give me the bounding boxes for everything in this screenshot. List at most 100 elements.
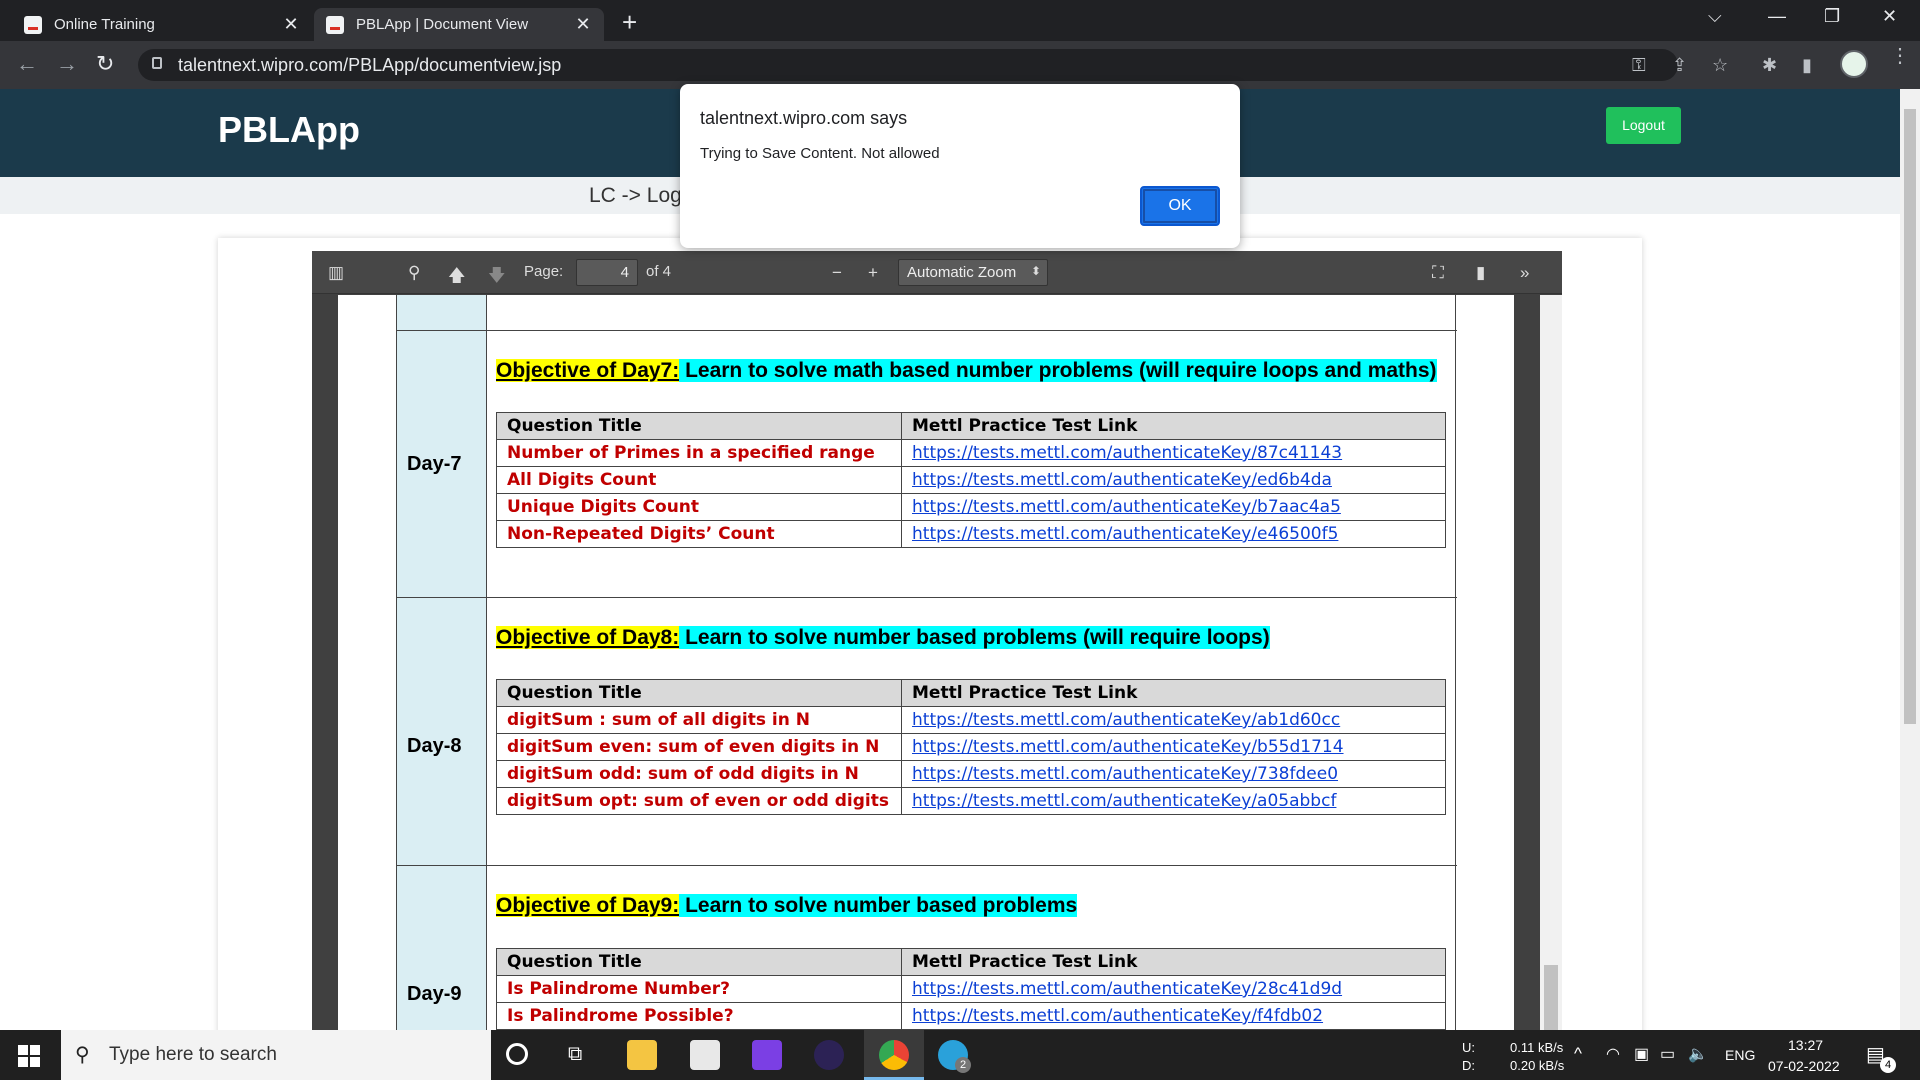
eclipse-icon[interactable]: [814, 1040, 844, 1070]
pdf-scroll-thumb[interactable]: [1544, 965, 1558, 1040]
logout-button[interactable]: Logout: [1606, 107, 1681, 144]
search-icon[interactable]: ⚲: [408, 263, 420, 283]
objective-prefix: Objective of Day9:: [496, 894, 680, 917]
question-title: Is Palindrome Number?: [496, 975, 902, 1003]
clock-date[interactable]: 07-02-2022: [1768, 1058, 1840, 1074]
page-scroll-thumb[interactable]: [1904, 109, 1916, 724]
task-view-icon[interactable]: ⧉: [568, 1043, 582, 1066]
test-link[interactable]: https://tests.mettl.com/authenticateKey/…: [901, 975, 1446, 1003]
tab-pblapp-document-view[interactable]: PBLApp | Document View ✕: [314, 8, 604, 41]
page-number-input[interactable]: 4: [576, 259, 638, 286]
day-table: Day-7 Objective of Day7: Learn to solve …: [396, 295, 1457, 1040]
test-link[interactable]: https://tests.mettl.com/authenticateKey/…: [901, 493, 1446, 521]
column-header: Mettl Practice Test Link: [901, 412, 1446, 440]
wifi-icon[interactable]: ◠: [1606, 1044, 1620, 1064]
extensions-icon[interactable]: ✱: [1762, 55, 1777, 76]
breadcrumb: LC -> Log: [589, 184, 682, 207]
chevron-up-icon[interactable]: ^: [1574, 1044, 1582, 1064]
objective-text: Learn to solve math based number problem…: [679, 359, 1437, 382]
device-icon[interactable]: ▣: [1634, 1044, 1649, 1064]
net-down-speed: 0.20 kB/s: [1510, 1058, 1565, 1073]
question-title: Non-Repeated Digits’ Count: [496, 520, 902, 548]
file-explorer-icon[interactable]: [627, 1040, 657, 1070]
test-link[interactable]: https://tests.mettl.com/authenticateKey/…: [901, 1002, 1446, 1030]
objective-text: Learn to solve number based problems: [679, 894, 1078, 917]
question-title: digitSum odd: sum of odd digits in N: [496, 760, 902, 788]
dialog-title: talentnext.wipro.com says: [700, 108, 908, 128]
pdf-page: Day-7 Objective of Day7: Learn to solve …: [338, 295, 1514, 1040]
question-table: Question Title Mettl Practice Test Link N…: [496, 412, 1446, 548]
search-placeholder[interactable]: Type here to search: [109, 1044, 277, 1066]
day-column: [397, 295, 487, 1040]
minimize-icon[interactable]: —: [1768, 6, 1786, 27]
page-scrollbar[interactable]: [1900, 89, 1920, 1034]
pdf-scrollbar[interactable]: [1540, 295, 1562, 1040]
test-link[interactable]: https://tests.mettl.com/authenticateKey/…: [901, 520, 1446, 548]
app-brand[interactable]: PBLApp: [218, 109, 360, 151]
test-link[interactable]: https://tests.mettl.com/authenticateKey/…: [901, 466, 1446, 494]
bookmark-icon[interactable]: ▮: [1476, 263, 1485, 283]
column-header: Question Title: [496, 948, 902, 976]
day-label: Day-8: [407, 735, 462, 757]
menu-icon[interactable]: ⋮: [1890, 46, 1910, 66]
test-link[interactable]: https://tests.mettl.com/authenticateKey/…: [901, 787, 1446, 815]
chrome-taskbar-item[interactable]: [864, 1030, 924, 1080]
day-label: Day-9: [407, 983, 462, 1005]
tab-online-training[interactable]: Online Training ✕: [12, 8, 312, 41]
battery-icon[interactable]: ▭: [1660, 1044, 1675, 1064]
sidebar-toggle-icon[interactable]: ▥: [328, 263, 344, 283]
site-favicon-icon: [24, 15, 42, 34]
question-title: Is Palindrome Possible?: [496, 1002, 902, 1030]
previous-page-icon[interactable]: 🡅: [448, 263, 465, 292]
share-icon[interactable]: ⇪: [1672, 55, 1687, 76]
clock-time[interactable]: 13:27: [1788, 1037, 1823, 1053]
zoom-select[interactable]: Automatic Zoom: [898, 259, 1048, 286]
tab-search-icon[interactable]: ⌵: [1708, 6, 1722, 27]
notification-count: 4: [1880, 1057, 1896, 1073]
presentation-mode-icon[interactable]: ⛶: [1432, 263, 1444, 283]
row-divider: [397, 597, 1457, 598]
test-link[interactable]: https://tests.mettl.com/authenticateKey/…: [901, 439, 1446, 467]
zoom-in-icon[interactable]: +: [868, 263, 878, 283]
windows-start-icon[interactable]: [18, 1045, 40, 1067]
side-panel-icon[interactable]: ▮: [1802, 55, 1812, 76]
test-link[interactable]: https://tests.mettl.com/authenticateKey/…: [901, 760, 1446, 788]
tools-icon[interactable]: »: [1520, 263, 1529, 283]
test-link[interactable]: https://tests.mettl.com/authenticateKey/…: [901, 733, 1446, 761]
address-bar[interactable]: talentnext.wipro.com/PBLApp/documentview…: [138, 49, 1678, 81]
browser-tab-strip: Online Training ✕ PBLApp | Document View…: [0, 0, 1920, 41]
back-icon[interactable]: ←: [16, 51, 38, 77]
restore-icon[interactable]: ❐: [1824, 6, 1840, 27]
profile-avatar[interactable]: [1840, 50, 1868, 78]
new-tab-icon[interactable]: +: [622, 7, 637, 38]
objective-heading: Objective of Day7: Learn to solve math b…: [496, 359, 1437, 383]
window-close-icon[interactable]: ✕: [1882, 6, 1897, 27]
net-down-label: D:: [1462, 1058, 1475, 1073]
question-title: digitSum : sum of all digits in N: [496, 706, 902, 734]
question-title: Unique Digits Count: [496, 493, 902, 521]
objective-prefix: Objective of Day8:: [496, 626, 680, 649]
forward-icon[interactable]: →: [56, 51, 78, 77]
chrome-icon: [879, 1040, 909, 1070]
reload-icon[interactable]: ↻: [96, 51, 114, 77]
language-indicator[interactable]: ENG: [1725, 1047, 1755, 1063]
ok-button[interactable]: OK: [1140, 186, 1220, 226]
mail-icon[interactable]: [690, 1040, 720, 1070]
next-page-icon[interactable]: 🡇: [488, 263, 505, 292]
url-text[interactable]: talentnext.wipro.com/PBLApp/documentview…: [178, 55, 561, 76]
column-header: Mettl Practice Test Link: [901, 948, 1446, 976]
test-link[interactable]: https://tests.mettl.com/authenticateKey/…: [901, 706, 1446, 734]
column-header: Mettl Practice Test Link: [901, 679, 1446, 707]
volume-icon[interactable]: 🔈: [1688, 1044, 1708, 1064]
pdf-viewer: ▥ ⚲ 🡅 🡇 Page: 4 of 4 − + Automatic Zoom …: [312, 251, 1562, 1040]
page-label: Page:: [524, 263, 564, 280]
zoom-out-icon[interactable]: −: [832, 263, 842, 283]
close-icon[interactable]: ✕: [282, 14, 300, 35]
intellij-icon[interactable]: [752, 1040, 782, 1070]
bookmark-star-icon[interactable]: ☆: [1712, 55, 1728, 76]
cortana-icon[interactable]: [506, 1043, 528, 1065]
close-icon[interactable]: ✕: [574, 14, 592, 35]
question-title: Number of Primes in a specified range: [496, 439, 902, 467]
key-icon[interactable]: ⚿: [1632, 55, 1646, 76]
taskbar-search[interactable]: ⚲ Type here to search: [61, 1030, 491, 1080]
